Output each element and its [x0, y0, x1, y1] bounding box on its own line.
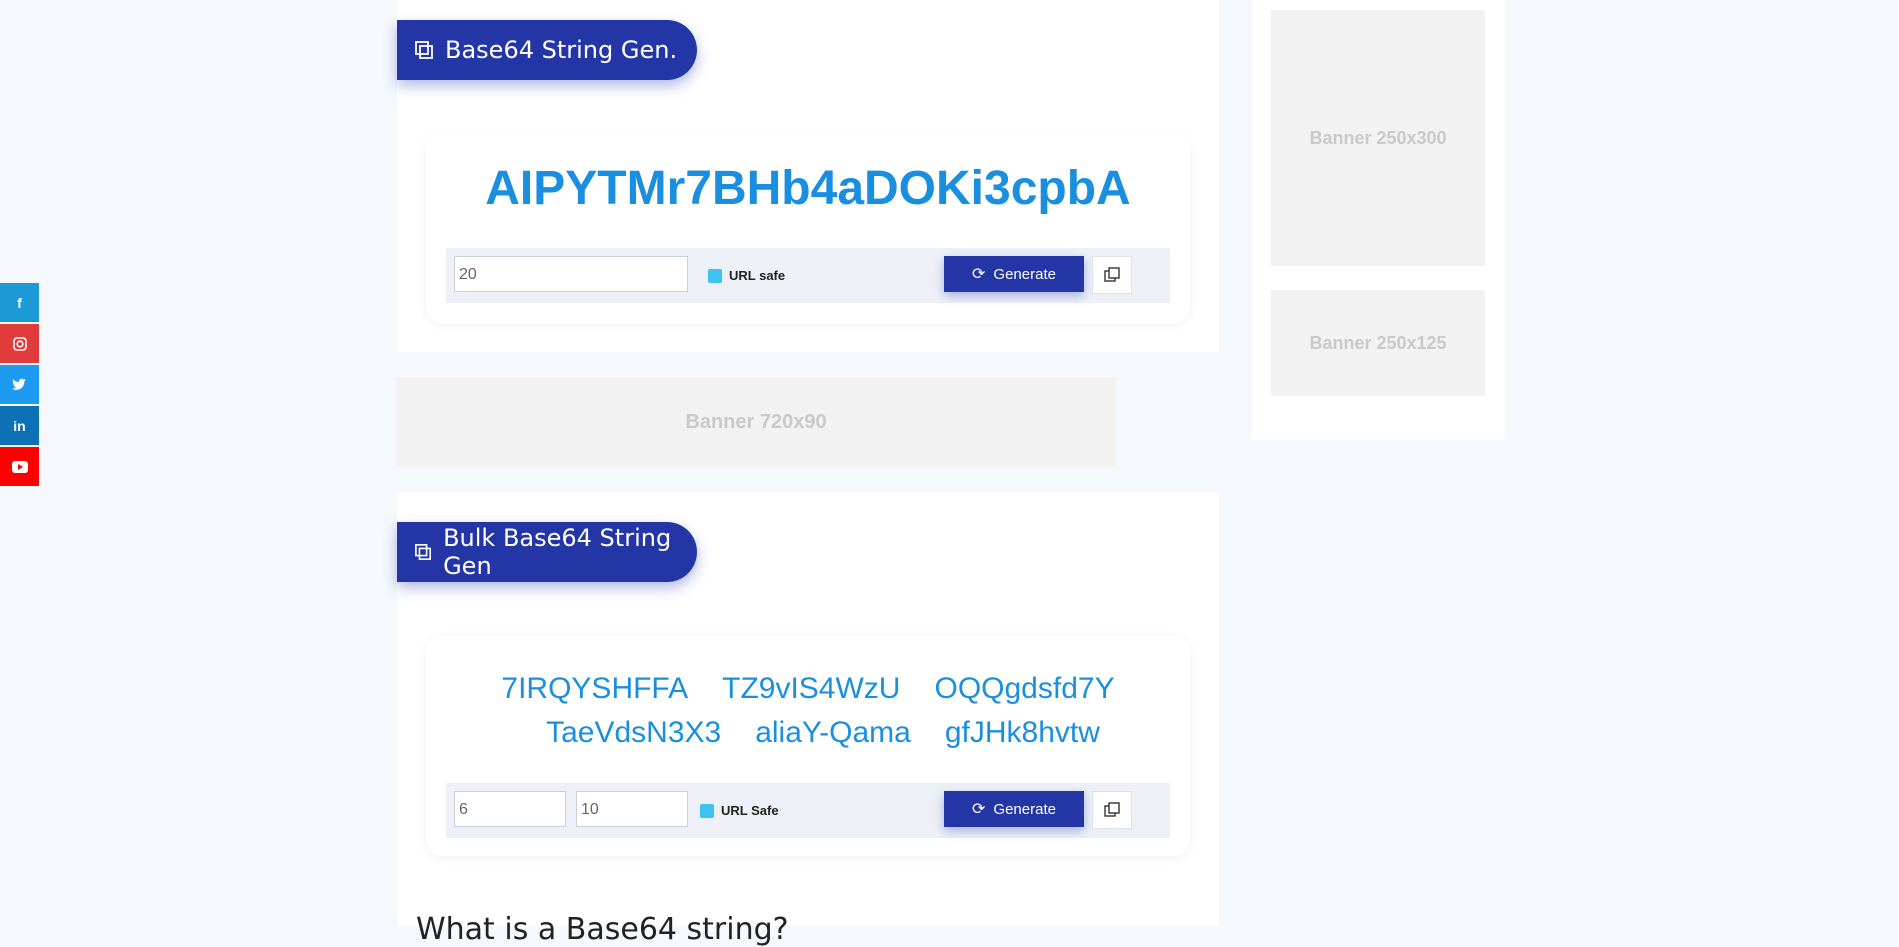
article-heading: What is a Base64 string?	[416, 912, 789, 947]
youtube-icon[interactable]	[0, 447, 39, 486]
facebook-icon[interactable]: f	[0, 283, 39, 322]
banner-250x125: Banner 250x125	[1271, 290, 1485, 396]
count-input[interactable]: 6	[454, 791, 566, 827]
bulk-results: 7IRQYSHFFA TZ9vIS4WzU OQQgdsfd7Y TaeVdsN…	[426, 672, 1190, 760]
copy-button[interactable]	[1092, 256, 1132, 294]
single-controls-bar: 20 URL safe ⟳ Generate	[446, 248, 1170, 303]
bulk-result[interactable]: aliaY-Qama	[755, 716, 911, 760]
banner-720x90: Banner 720x90	[396, 377, 1116, 467]
bulk-result[interactable]: gfJHk8hvtw	[945, 716, 1100, 760]
bulk-result[interactable]: 7IRQYSHFFA	[501, 672, 688, 716]
bulk-generate-button[interactable]: ⟳ Generate	[944, 791, 1084, 827]
twitter-icon[interactable]	[0, 365, 39, 404]
bulk-length-input[interactable]: 10	[576, 791, 688, 827]
instagram-icon[interactable]	[0, 324, 39, 363]
copy-icon	[1104, 267, 1120, 282]
refresh-icon: ⟳	[972, 801, 986, 818]
bulk-url-safe-label: URL Safe	[721, 803, 779, 818]
bulk-generate-button-label: Generate	[993, 800, 1056, 818]
bulk-generator-title: Bulk Base64 String Gen	[443, 524, 672, 580]
url-safe-checkbox[interactable]	[708, 269, 722, 283]
bulk-result[interactable]: TaeVdsN3X3	[546, 716, 721, 760]
bulk-generator-card: 7IRQYSHFFA TZ9vIS4WzU OQQgdsfd7Y TaeVdsN…	[426, 636, 1190, 856]
generator-icon	[415, 41, 433, 59]
bulk-generator-title-badge: Bulk Base64 String Gen	[397, 522, 697, 582]
bulk-generator-panel: Bulk Base64 String Gen 7IRQYSHFFA TZ9vIS…	[397, 492, 1219, 947]
generated-string: AIPYTMr7BHb4aDOKi3cpbA	[485, 162, 1131, 215]
single-generator-card: AIPYTMr7BHb4aDOKi3cpbA 20 URL safe ⟳ Gen…	[426, 133, 1190, 323]
bulk-results-row-1: 7IRQYSHFFA TZ9vIS4WzU OQQgdsfd7Y	[426, 672, 1190, 716]
right-sidebar: Banner 250x300 Banner 250x125	[1252, 0, 1505, 440]
single-generator-title-badge: Base64 String Gen.	[397, 20, 697, 80]
generate-button-label: Generate	[993, 265, 1056, 283]
banner-250x300: Banner 250x300	[1271, 10, 1485, 266]
generator-icon	[415, 544, 431, 560]
single-generator-title: Base64 String Gen.	[445, 36, 678, 64]
copy-icon	[1104, 802, 1120, 817]
bulk-result[interactable]: TZ9vIS4WzU	[722, 672, 900, 716]
bulk-results-row-2: TaeVdsN3X3 aliaY-Qama gfJHk8hvtw	[426, 716, 1190, 760]
bulk-url-safe-checkbox[interactable]	[700, 804, 714, 818]
bulk-copy-button[interactable]	[1092, 791, 1132, 829]
single-generator-panel: Base64 String Gen. AIPYTMr7BHb4aDOKi3cpb…	[397, 0, 1219, 352]
length-input[interactable]: 20	[454, 256, 688, 292]
bulk-controls-bar: 6 10 URL Safe ⟳ Generate	[446, 783, 1170, 838]
linkedin-icon[interactable]: in	[0, 406, 39, 445]
bulk-result[interactable]: OQQgdsfd7Y	[934, 672, 1114, 716]
refresh-icon: ⟳	[972, 266, 986, 283]
generate-button[interactable]: ⟳ Generate	[944, 256, 1084, 292]
url-safe-label: URL safe	[729, 268, 786, 283]
social-sidebar: f in	[0, 283, 39, 488]
